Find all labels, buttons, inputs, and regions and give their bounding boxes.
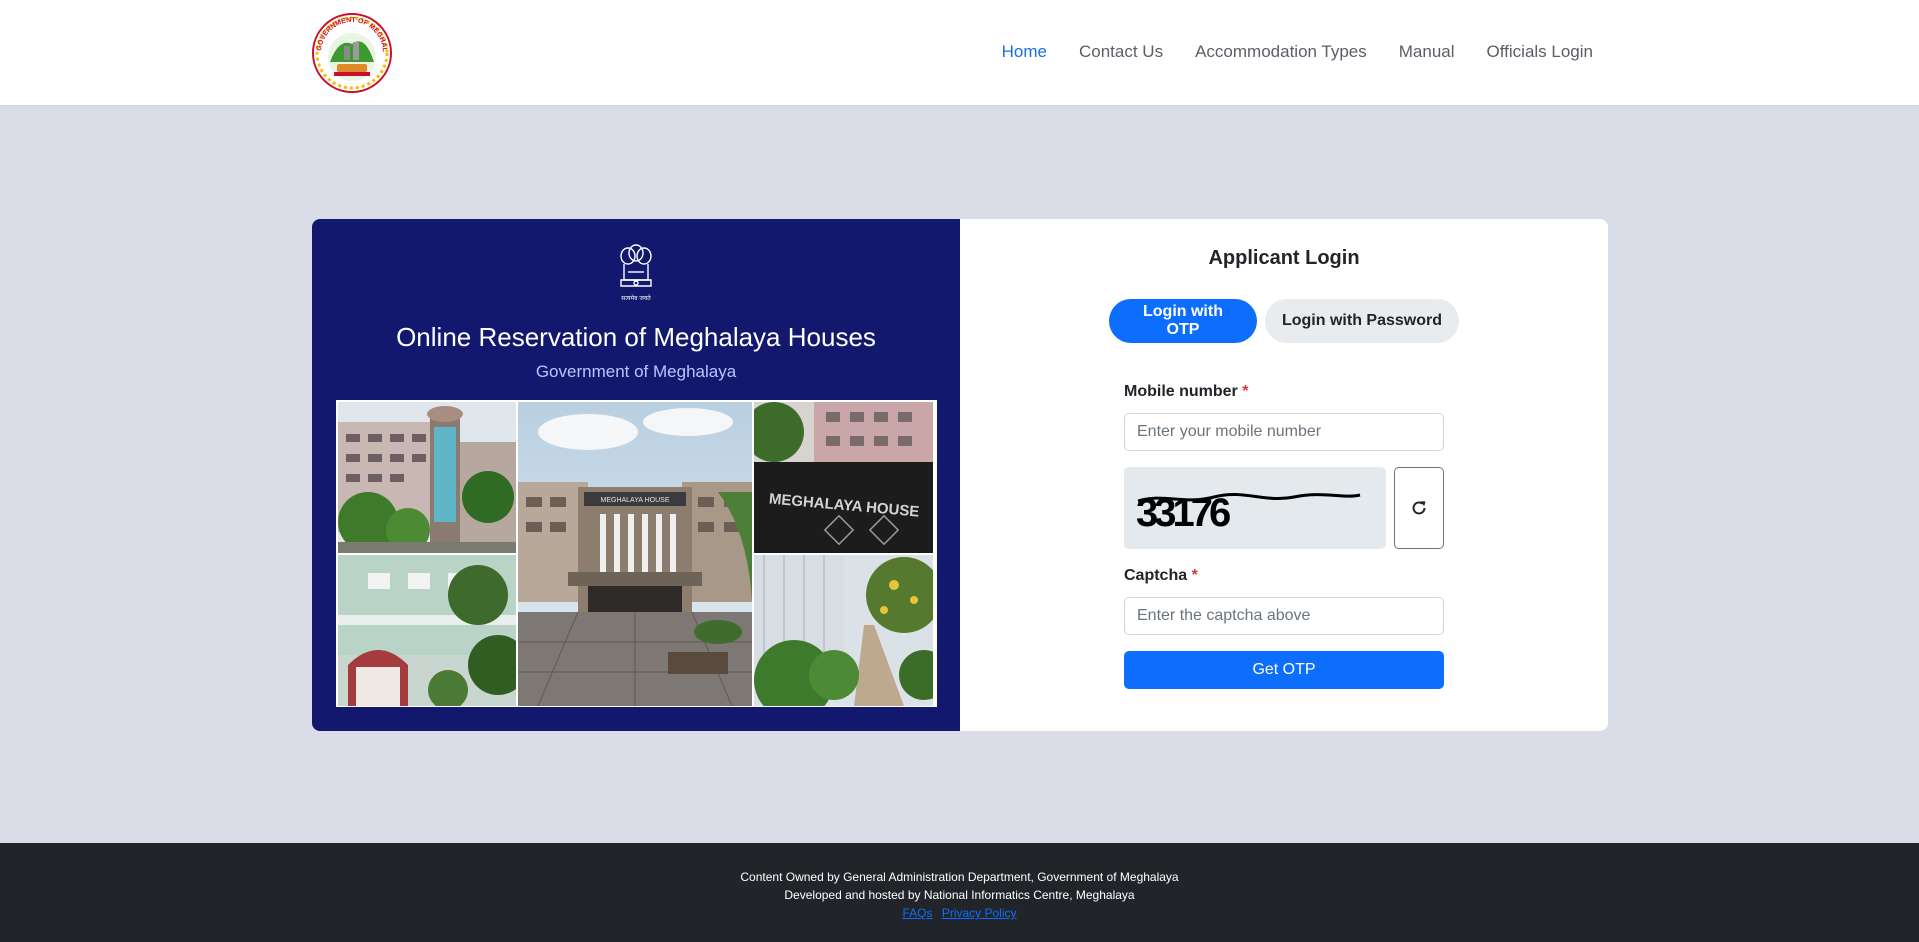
required-marker: * xyxy=(1191,567,1198,584)
garden-path-photo xyxy=(754,555,933,706)
nav-manual[interactable]: Manual xyxy=(1399,42,1455,62)
faqs-link[interactable]: FAQs xyxy=(902,906,932,920)
page-footer: Content Owned by General Administration … xyxy=(0,843,1919,942)
login-method-tabs: Login with OTP Login with Password xyxy=(960,299,1608,343)
hero-panel: सत्यमेव जयते Online Reservation of Megha… xyxy=(312,219,960,731)
svg-text:MEGHALAYA HOUSE: MEGHALAYA HOUSE xyxy=(601,497,670,504)
nav-contact-us[interactable]: Contact Us xyxy=(1079,42,1163,62)
top-navbar: GOVERNMENT OF MEGHALAYA Home Contact Us … xyxy=(0,0,1919,106)
refresh-icon xyxy=(1412,501,1426,515)
svg-text:सत्यमेव जयते: सत्यमेव जयते xyxy=(621,294,651,302)
nav-officials-login[interactable]: Officials Login xyxy=(1487,42,1593,62)
main-navigation: Home Contact Us Accommodation Types Manu… xyxy=(970,42,1593,62)
footer-developer-credit: Developed and hosted by National Informa… xyxy=(784,888,1135,902)
captcha-input[interactable] xyxy=(1124,597,1444,635)
get-otp-button[interactable]: Get OTP xyxy=(1124,651,1444,689)
building-photo-2 xyxy=(338,555,516,706)
national-emblem-icon: सत्यमेव जयते xyxy=(620,244,652,302)
meghalaya-government-logo[interactable]: GOVERNMENT OF MEGHALAYA xyxy=(311,12,393,94)
captcha-image: 33176 xyxy=(1124,467,1386,549)
mobile-number-label: Mobile number * xyxy=(1124,383,1248,401)
captcha-label-text: Captcha xyxy=(1124,567,1188,584)
nav-home[interactable]: Home xyxy=(1002,42,1047,62)
footer-content-owner: Content Owned by General Administration … xyxy=(740,870,1179,884)
refresh-captcha-button[interactable] xyxy=(1394,467,1444,549)
building-photo-1 xyxy=(338,402,516,553)
login-panel: Applicant Login Login with OTP Login wit… xyxy=(960,219,1608,731)
login-title: Applicant Login xyxy=(1208,247,1360,269)
site-subtitle: Government of Meghalaya xyxy=(535,362,737,381)
login-card: सत्यमेव जयते Online Reservation of Megha… xyxy=(312,219,1608,731)
photo-collage: MEGHALAYA HOUSE MEGHALAYA HOUSE xyxy=(336,400,937,707)
mobile-number-input[interactable] xyxy=(1124,413,1444,451)
required-marker: * xyxy=(1242,383,1249,400)
footer-links: FAQs Privacy Policy xyxy=(0,904,1919,922)
privacy-policy-link[interactable]: Privacy Policy xyxy=(942,906,1017,920)
meghalaya-house-gate-photo: MEGHALAYA HOUSE xyxy=(754,402,933,553)
tab-login-with-otp[interactable]: Login with OTP xyxy=(1109,299,1257,343)
tab-login-with-password[interactable]: Login with Password xyxy=(1265,299,1459,343)
site-title: Online Reservation of Meghalaya Houses xyxy=(396,322,876,352)
nav-accommodation-types[interactable]: Accommodation Types xyxy=(1195,42,1367,62)
meghalaya-house-photo: MEGHALAYA HOUSE xyxy=(518,402,752,706)
captcha-label: Captcha * xyxy=(1124,567,1198,585)
mobile-number-label-text: Mobile number xyxy=(1124,383,1238,400)
